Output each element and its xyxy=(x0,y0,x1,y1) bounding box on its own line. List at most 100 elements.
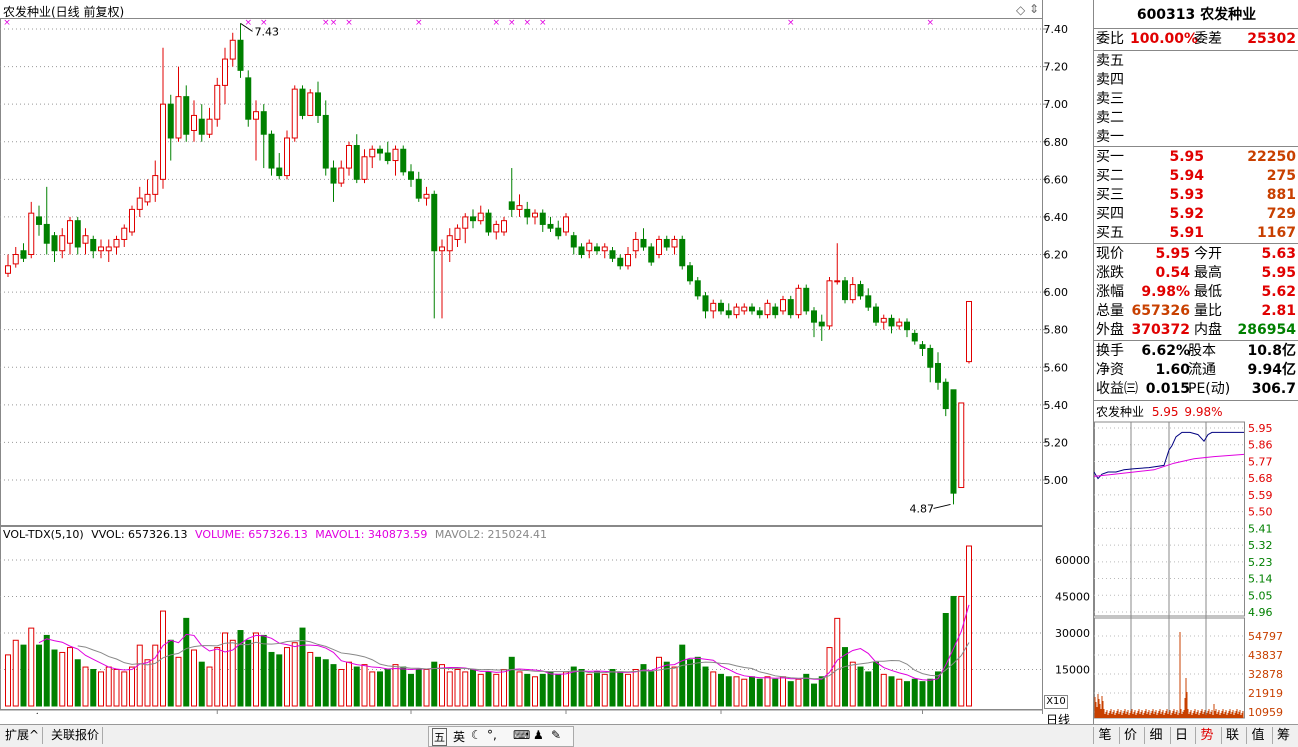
candle-body xyxy=(144,193,151,203)
price-tick-label: 6.80 xyxy=(1044,136,1069,149)
panel-tab-5[interactable]: 联 xyxy=(1220,727,1244,744)
sell-level-3[interactable]: 卖三 xyxy=(1094,90,1298,109)
english-mode-icon[interactable]: 英 xyxy=(453,728,465,745)
sell-level-5[interactable]: 卖五 xyxy=(1094,52,1298,71)
event-marker-icon[interactable]: × xyxy=(345,18,353,28)
mini-price-label: 5.59 xyxy=(1248,489,1273,502)
volume-bar xyxy=(408,673,414,707)
mini-price-label: 5.32 xyxy=(1248,539,1273,552)
time-tick-label: 12 xyxy=(220,712,234,714)
candle-body xyxy=(873,306,879,323)
buy-level-1[interactable]: 买一 5.95 22250 xyxy=(1094,148,1298,167)
buy-level-2[interactable]: 买二 5.94 275 xyxy=(1094,167,1298,186)
candle-body xyxy=(741,306,748,312)
candle-body xyxy=(857,284,864,297)
candle-body xyxy=(702,295,709,312)
stock-app-window: 7.40 7.20 7.00 6.80 6.60 6.40 6.20 6.00 5.80 5.60… xyxy=(0,0,1298,747)
event-marker-icon[interactable]: × xyxy=(926,18,934,28)
candle-body xyxy=(609,250,616,259)
buy-level-4[interactable]: 买四 5.92 729 xyxy=(1094,205,1298,224)
mini-volume-label: 54797 xyxy=(1248,630,1283,643)
candle-body xyxy=(222,58,228,86)
expand-tab[interactable]: 扩展^ xyxy=(2,727,44,744)
keyboard-icon[interactable]: ⌨ xyxy=(513,728,530,742)
volume-bar xyxy=(369,671,376,707)
stat-row: 总量 657326 量比 2.81 xyxy=(1096,303,1296,319)
fundamental-row: 净资 1.60 流通 9.94亿 xyxy=(1096,362,1296,378)
event-marker-icon[interactable]: × xyxy=(523,18,531,28)
volume-bar xyxy=(539,673,546,707)
moon-icon[interactable]: ☾ xyxy=(471,728,482,742)
volume-bar xyxy=(601,673,608,707)
stat-value: 9.98% xyxy=(1141,284,1190,300)
candle-body xyxy=(28,212,35,256)
panel-tab-3[interactable]: 日 xyxy=(1169,727,1193,744)
panel-tab-6[interactable]: 值 xyxy=(1246,727,1269,744)
volume-bar xyxy=(524,673,531,707)
event-marker-icon[interactable]: × xyxy=(508,18,516,28)
stat-value: 0.54 xyxy=(1155,265,1190,281)
stat-value: 657326 xyxy=(1131,303,1190,319)
event-marker-icon[interactable]: × xyxy=(322,18,330,28)
vol-indicator-name[interactable]: VOL-TDX(5,10) xyxy=(3,528,84,541)
candle-body xyxy=(82,235,89,244)
volume-bar xyxy=(446,671,453,707)
candle-body xyxy=(539,212,546,225)
user-icon[interactable]: ♟ xyxy=(533,728,544,742)
candle-body xyxy=(90,238,97,252)
diamond-icon[interactable]: ◇ xyxy=(1016,3,1025,17)
resize-icon[interactable]: ⇕ xyxy=(1029,2,1039,16)
event-marker-icon[interactable]: × xyxy=(415,18,423,28)
volume-bar xyxy=(12,639,19,707)
volume-bar xyxy=(307,651,314,707)
volume-bar xyxy=(322,659,329,707)
intraday-mini-chart[interactable]: 5.95 5.86 5.77 5.68 5.59 5.50 5.41 5.32 5.23 5.14… xyxy=(1094,418,1298,724)
panel-tab-1[interactable]: 价 xyxy=(1118,727,1142,744)
time-tick-label: 4 xyxy=(926,712,933,714)
panel-tab-4[interactable]: 势 xyxy=(1195,727,1218,744)
candle-body xyxy=(570,235,577,248)
stat-row: 涨跌 0.54 最高 5.95 xyxy=(1096,265,1296,281)
stat-row: 涨幅 9.98% 最低 5.62 xyxy=(1096,284,1296,300)
candle-body xyxy=(880,317,887,323)
buy-level-5[interactable]: 买五 5.91 1167 xyxy=(1094,224,1298,243)
event-marker-icon[interactable]: × xyxy=(539,18,547,28)
time-tick-label: 2 xyxy=(569,712,576,714)
event-marker-icon[interactable]: × xyxy=(244,18,252,28)
candle-body xyxy=(260,111,267,135)
event-marker-icon[interactable]: × xyxy=(492,18,500,28)
volume-bar xyxy=(625,673,631,707)
vvol-value: VVOL: 657326.13 xyxy=(91,528,188,541)
volume-bar xyxy=(338,668,345,707)
wrench-icon[interactable]: ✎ xyxy=(551,728,561,742)
sell-level-1[interactable]: 卖一 xyxy=(1094,128,1298,147)
mini-price-label: 5.14 xyxy=(1248,573,1273,586)
volume-bar xyxy=(803,673,810,707)
panel-tab-0[interactable]: 笔 xyxy=(1093,727,1116,744)
candle-body xyxy=(842,280,848,301)
price-tick-label: 6.00 xyxy=(1044,286,1069,299)
panel-tab-2[interactable]: 细 xyxy=(1144,727,1167,744)
event-marker-icon[interactable]: × xyxy=(260,18,268,28)
volume-bar xyxy=(477,673,484,707)
mini-price-label: 5.41 xyxy=(1248,522,1273,535)
x10-zoom-button[interactable]: X10 xyxy=(1044,695,1068,709)
event-marker-icon[interactable]: × xyxy=(330,18,338,28)
candle-body xyxy=(392,148,399,162)
buy-level-3[interactable]: 买三 5.93 881 xyxy=(1094,186,1298,205)
fundamental-value: 1.60 xyxy=(1155,362,1190,378)
sell-level-4[interactable]: 卖四 xyxy=(1094,71,1298,90)
candle-body xyxy=(175,96,182,139)
price-tick-label: 6.20 xyxy=(1044,249,1069,262)
candle-body xyxy=(547,223,554,229)
related-quotes-tab[interactable]: 关联报价 xyxy=(48,727,104,744)
panel-tab-7[interactable]: 筹 xyxy=(1271,727,1295,744)
event-marker-icon[interactable]: × xyxy=(787,18,795,28)
kline-chart-area[interactable]: 7.40 7.20 7.00 6.80 6.60 6.40 6.20 6.00 5.80 5.60… xyxy=(0,0,1092,714)
wubi-icon[interactable]: 五 xyxy=(432,728,447,746)
sell-level-2[interactable]: 卖二 xyxy=(1094,109,1298,128)
punctuation-icon[interactable]: °, xyxy=(487,728,497,742)
candle-body xyxy=(950,389,957,494)
volume-bar xyxy=(927,678,934,707)
buy-price: 5.93 xyxy=(1169,187,1204,203)
